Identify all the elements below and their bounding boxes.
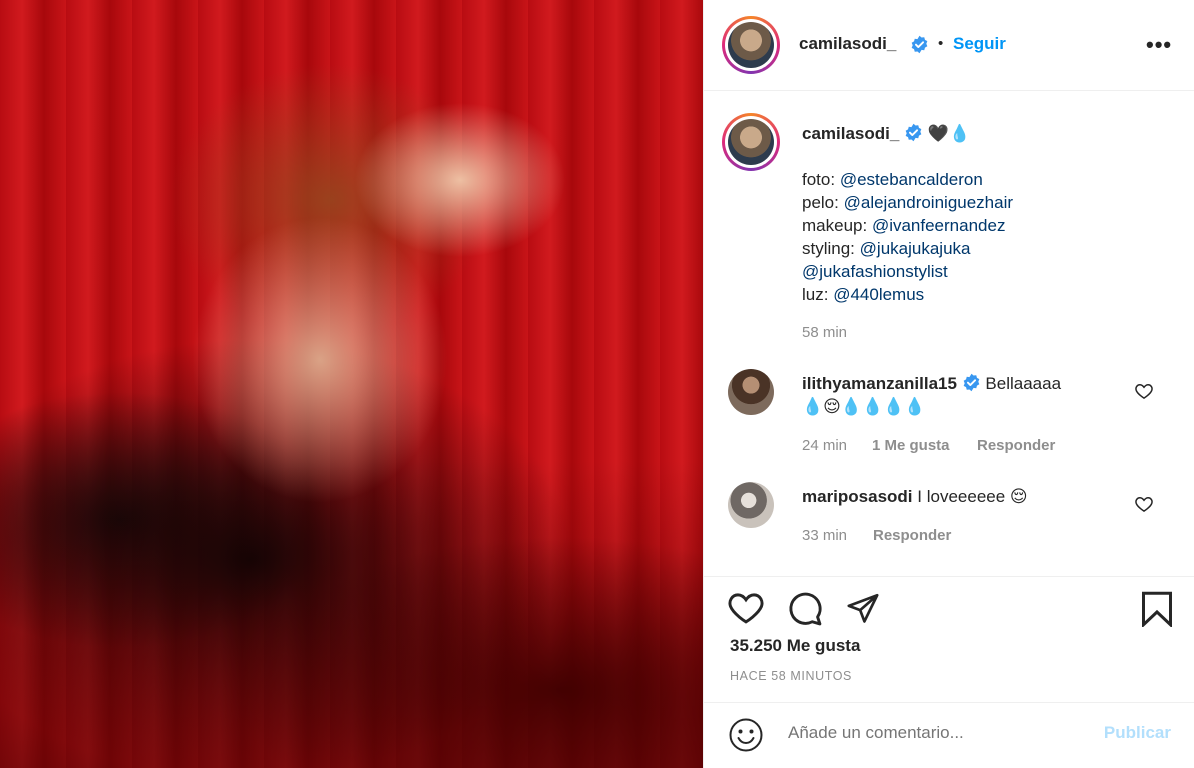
author-username[interactable]: camilasodi_ xyxy=(799,34,896,54)
likes-count[interactable]: 35.250 Me gusta xyxy=(730,636,860,656)
save-bookmark-icon[interactable] xyxy=(1140,591,1174,627)
photo-shading xyxy=(0,0,703,768)
post-timestamp: HACE 58 MINUTOS xyxy=(730,669,852,683)
credit-line-pelo: pelo: @alejandroiniguezhair xyxy=(802,193,1014,212)
reply-button[interactable]: Responder xyxy=(977,437,1055,454)
comment-username[interactable]: ilithyamanzanilla15 xyxy=(802,374,957,393)
comment-likes[interactable]: 1 Me gusta xyxy=(872,437,950,454)
add-comment-bar: Publicar xyxy=(704,702,1194,768)
verified-badge-icon xyxy=(911,35,928,54)
comment-input[interactable] xyxy=(788,723,1068,743)
reply-button[interactable]: Responder xyxy=(873,527,951,544)
caption-username[interactable]: camilasodi_ xyxy=(802,124,899,143)
comment-body: mariposasodi I loveeeeee 😌 xyxy=(802,485,1028,508)
mention-link[interactable]: @jukafashionstylist xyxy=(802,262,948,281)
comment-emoji-line: 💧😌💧💧💧💧 xyxy=(802,397,926,416)
caption-credits: foto: @estebancalderon pelo: @alejandroi… xyxy=(802,168,1013,306)
action-bar: 35.250 Me gusta HACE 58 MINUTOS xyxy=(704,576,1194,702)
like-heart-icon[interactable] xyxy=(727,591,765,625)
publish-button[interactable]: Publicar xyxy=(1104,723,1171,743)
author-avatar[interactable] xyxy=(722,16,780,74)
mention-link[interactable]: @estebancalderon xyxy=(840,170,983,189)
credit-line-makeup: makeup: @ivanfeernandez xyxy=(802,216,1006,235)
caption-time[interactable]: 58 min xyxy=(802,324,847,341)
mention-link[interactable]: @jukajukajuka xyxy=(860,239,971,258)
verified-badge-icon xyxy=(905,123,922,142)
credit-line-stylist: @jukafashionstylist xyxy=(802,260,1013,283)
credit-line-luz: luz: @440lemus xyxy=(802,285,925,304)
post-photo[interactable] xyxy=(0,0,703,768)
mention-link[interactable]: @ivanfeernandez xyxy=(872,216,1006,235)
verified-badge-icon xyxy=(963,373,980,392)
post-header: camilasodi_ • Seguir ••• xyxy=(704,0,1194,91)
credit-line-foto: foto: @estebancalderon xyxy=(802,170,983,189)
comment-avatar[interactable] xyxy=(728,482,774,528)
separator-dot: • xyxy=(938,35,944,52)
post-side-panel: camilasodi_ • Seguir ••• camilasodi_ 🖤💧 … xyxy=(703,0,1194,768)
caption-emoji: 🖤💧 xyxy=(927,124,971,143)
comment-body: ilithyamanzanilla15 Bellaaaaa 💧😌💧💧💧💧 xyxy=(802,372,1061,418)
comment-bubble-icon[interactable] xyxy=(786,590,823,627)
more-options-icon[interactable]: ••• xyxy=(1146,32,1172,58)
emoji-smiley-icon[interactable] xyxy=(728,717,764,753)
like-comment-heart-icon[interactable] xyxy=(1134,494,1154,514)
caption-avatar[interactable] xyxy=(722,113,780,171)
like-comment-heart-icon[interactable] xyxy=(1134,381,1154,401)
comment-text: Bellaaaaa xyxy=(985,374,1062,393)
follow-button[interactable]: Seguir xyxy=(953,34,1006,54)
comment-text: I loveeeeee 😌 xyxy=(917,487,1028,506)
mention-link[interactable]: @440lemus xyxy=(833,285,924,304)
credit-line-styling: styling: @jukajukajuka xyxy=(802,239,971,258)
comment-username[interactable]: mariposasodi xyxy=(802,487,913,506)
comment-avatar[interactable] xyxy=(728,369,774,415)
comment-time[interactable]: 33 min xyxy=(802,527,847,544)
share-direct-icon[interactable] xyxy=(845,591,881,625)
caption-header: camilasodi_ 🖤💧 xyxy=(802,122,970,145)
comments-scroll-area[interactable]: camilasodi_ 🖤💧 foto: @estebancalderon pe… xyxy=(704,92,1194,575)
mention-link[interactable]: @alejandroiniguezhair xyxy=(844,193,1013,212)
comment-time[interactable]: 24 min xyxy=(802,437,847,454)
